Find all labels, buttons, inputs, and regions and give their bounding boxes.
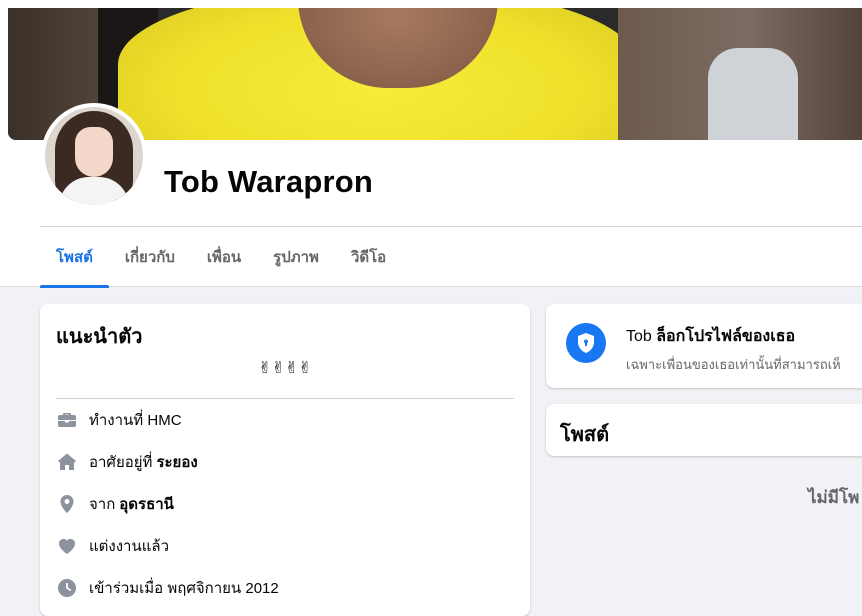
- locked-name: Tob: [626, 328, 652, 345]
- intro-item-relationship: แต่งงานแล้ว: [56, 525, 514, 567]
- profile-avatar[interactable]: [41, 103, 147, 209]
- posts-title: โพสต์: [560, 424, 610, 446]
- intro-item-lives: อาศัยอยู่ที่ ระยอง: [56, 441, 514, 483]
- tab-friends[interactable]: เพื่อน: [191, 227, 257, 287]
- intro-item-text: แต่งงานแล้ว: [89, 538, 170, 555]
- intro-item-text: อาศัยอยู่ที่: [89, 454, 153, 471]
- posts-card: โพสต์: [546, 404, 862, 456]
- intro-item-from: จาก อุดรธานี: [56, 483, 514, 525]
- intro-title: แนะนำตัว: [56, 326, 143, 348]
- shield-lock-icon: [566, 323, 606, 363]
- intro-item-link[interactable]: ระยอง: [156, 450, 197, 474]
- location-pin-icon: [56, 493, 78, 515]
- tab-videos[interactable]: วิดีโอ: [335, 227, 402, 287]
- intro-item-link[interactable]: อุดรธานี: [119, 492, 174, 516]
- tab-posts[interactable]: โพสต์: [40, 227, 109, 288]
- profile-name: Tob Warapron: [164, 164, 374, 199]
- home-icon: [56, 451, 78, 473]
- briefcase-icon: [56, 409, 78, 431]
- clock-icon: [56, 577, 78, 599]
- intro-item-joined: เข้าร่วมเมื่อ พฤศจิกายน 2012: [56, 567, 514, 609]
- intro-bio: ✌✌✌✌: [258, 360, 312, 377]
- no-posts-text: ไม่มีโพ: [808, 488, 860, 507]
- intro-card: แนะนำตัว ✌✌✌✌ ทำงานที่ HMC อาศัยอยู่ที่ …: [40, 304, 530, 616]
- intro-item-text: จาก: [89, 496, 116, 513]
- intro-item-work: ทำงานที่ HMC: [56, 399, 514, 441]
- heart-icon: [56, 535, 78, 557]
- locked-profile-card: Tob ล็อกโปรไฟล์ของเธอ เฉพาะเพื่อนของเธอเ…: [546, 304, 862, 388]
- locked-title-text: ล็อกโปรไฟล์ของเธอ: [656, 328, 796, 345]
- tab-about[interactable]: เกี่ยวกับ: [109, 227, 191, 287]
- tab-photos[interactable]: รูปภาพ: [257, 227, 335, 287]
- cover-photo[interactable]: [8, 8, 862, 140]
- profile-tabs: โพสต์ เกี่ยวกับ เพื่อน รูปภาพ วิดีโอ: [40, 227, 402, 288]
- intro-item-text: ทำงานที่ HMC: [89, 412, 182, 429]
- intro-item-text: เข้าร่วมเมื่อ พฤศจิกายน 2012: [89, 580, 279, 597]
- locked-title: Tob ล็อกโปรไฟล์ของเธอ: [626, 324, 841, 349]
- locked-subtitle: เฉพาะเพื่อนของเธอเท่านั้นที่สามารถเห็: [626, 357, 841, 372]
